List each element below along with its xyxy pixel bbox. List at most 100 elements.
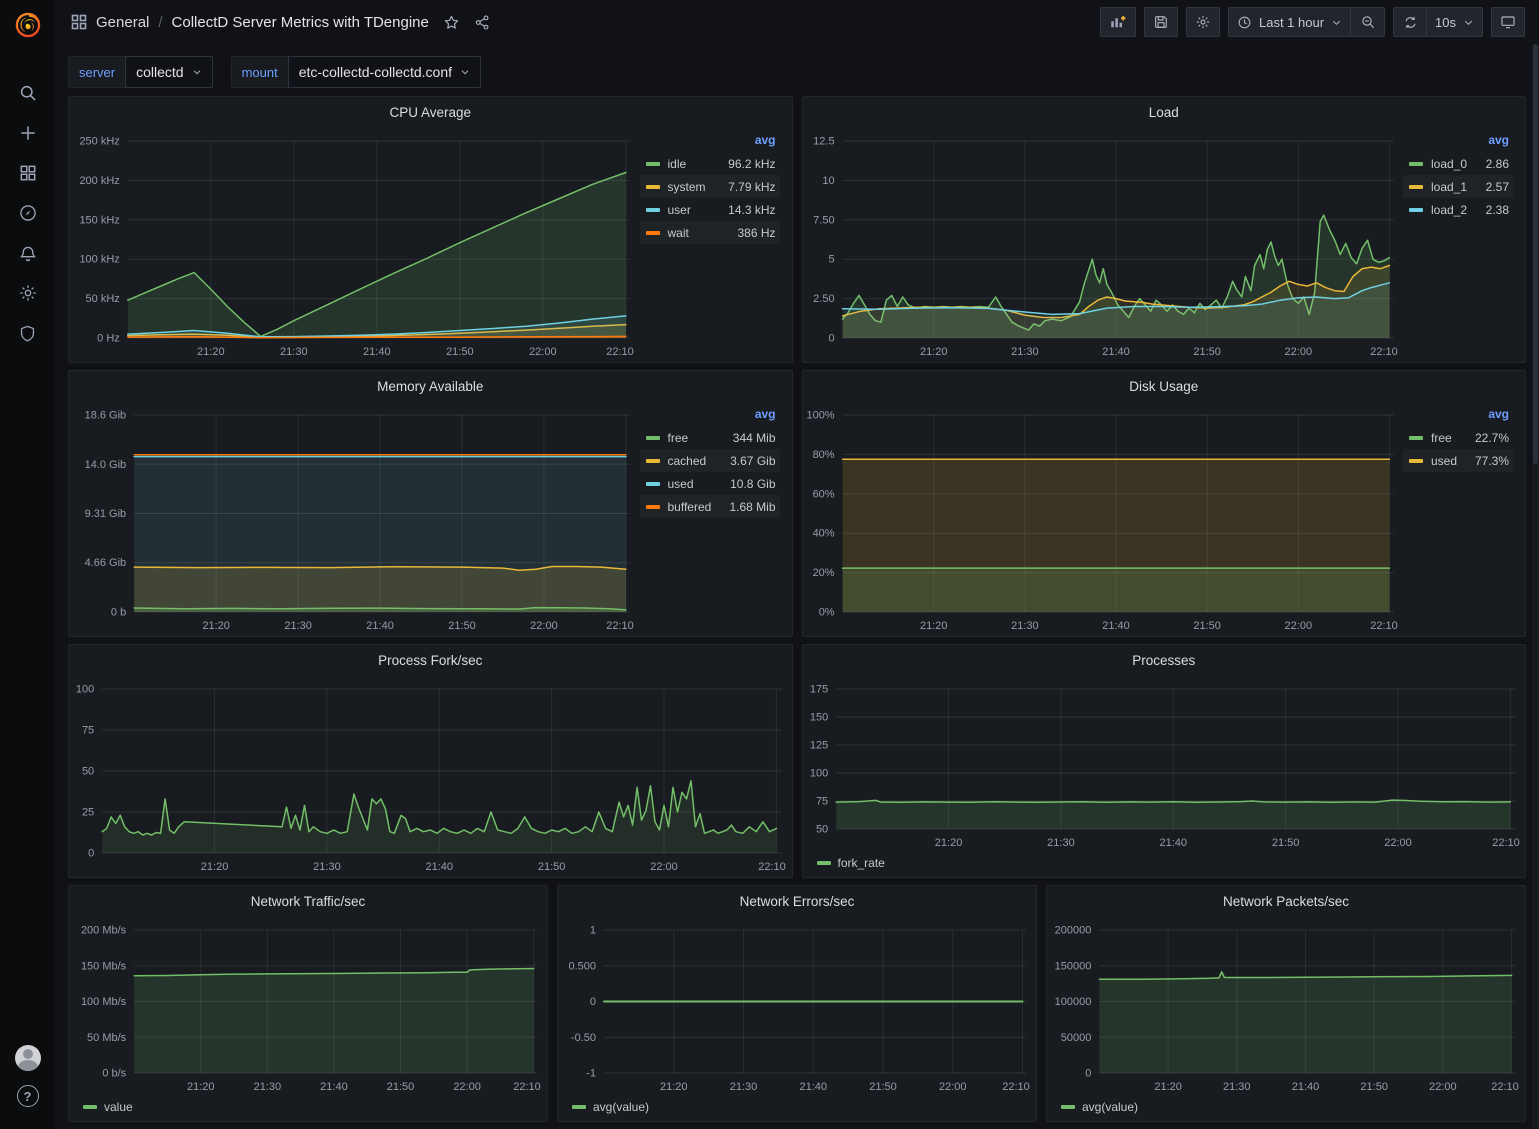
sidebar-item-search[interactable] [8, 80, 48, 106]
sidebar-item-server-admin[interactable] [8, 320, 48, 346]
star-icon[interactable] [443, 14, 460, 31]
refresh-interval-label: 10s [1435, 15, 1456, 30]
panel-title[interactable]: Disk Usage [803, 371, 1526, 401]
legend-item-value[interactable]: value [104, 1100, 133, 1114]
memory-available-chart[interactable]: 21:2021:3021:4021:5022:0022:100 b4.66 Gi… [69, 401, 640, 636]
processes-chart[interactable]: 21:2021:3021:4021:5022:0022:105075100125… [803, 675, 1526, 853]
panel-title[interactable]: Load [803, 97, 1526, 127]
svg-text:80%: 80% [812, 449, 834, 461]
legend-item-used[interactable]: used77.3% [1403, 449, 1513, 472]
time-range-picker[interactable]: Last 1 hour [1228, 7, 1351, 37]
svg-text:21:50: 21:50 [1360, 1081, 1388, 1093]
svg-text:20%: 20% [812, 567, 834, 579]
legend-item-buffered[interactable]: buffered1.68 Mib [640, 495, 780, 518]
network-packets-chart[interactable]: 21:2021:3021:4021:5022:0022:100500001000… [1047, 916, 1525, 1097]
network-errors-chart[interactable]: 21:2021:3021:4021:5022:0022:10-1-0.5000.… [558, 916, 1036, 1097]
series-name: cached [668, 454, 707, 468]
time-picker-group: Last 1 hour [1228, 7, 1385, 37]
svg-text:100: 100 [76, 684, 94, 696]
legend-item-fork_rate[interactable]: fork_rate [838, 856, 885, 870]
series-name: load_0 [1431, 157, 1467, 171]
breadcrumb-separator: / [158, 14, 162, 31]
user-avatar[interactable] [15, 1045, 41, 1071]
legend-item-cached[interactable]: cached3.67 Gib [640, 449, 780, 472]
sidebar-item-alerting[interactable] [8, 240, 48, 266]
panel-title[interactable]: Network Traffic/sec [69, 886, 547, 916]
toolbar: Last 1 hour 10s [1100, 7, 1525, 37]
svg-text:50: 50 [815, 824, 827, 836]
series-color-swatch [646, 185, 660, 189]
legend-item-load_1[interactable]: load_12.57 [1403, 175, 1513, 198]
variable-server: server collectd [68, 56, 213, 88]
svg-text:200000: 200000 [1055, 925, 1092, 937]
panel-title[interactable]: Processes [803, 645, 1526, 675]
legend-item-avg(value)[interactable]: avg(value) [593, 1100, 649, 1114]
load-chart[interactable]: 21:2021:3021:4021:5022:0022:1002.5057.50… [803, 127, 1404, 362]
series-name: load_2 [1431, 203, 1467, 217]
svg-text:22:00: 22:00 [1429, 1081, 1457, 1093]
save-dashboard-button[interactable] [1144, 7, 1178, 37]
svg-text:9.31 Gib: 9.31 Gib [85, 508, 127, 520]
zoom-out-time-button[interactable] [1351, 7, 1385, 37]
panel-disk-usage: Disk Usage 21:2021:3021:4021:5022:0022:1… [802, 370, 1527, 637]
refresh-button[interactable] [1393, 7, 1427, 37]
variable-mount-value[interactable]: etc-collectd-collectd.conf [288, 56, 481, 88]
process-fork-chart[interactable]: 21:2021:3021:4021:5022:0022:100255075100 [69, 675, 792, 877]
search-icon [18, 83, 38, 103]
legend-item-free[interactable]: free22.7% [1403, 426, 1513, 449]
svg-text:1: 1 [590, 925, 596, 937]
grafana-logo[interactable] [0, 0, 55, 50]
series-avg-value: 2.38 [1486, 203, 1509, 217]
svg-text:21:30: 21:30 [1047, 837, 1075, 849]
svg-text:18.6 Gib: 18.6 Gib [85, 410, 127, 422]
legend-item-avg(value)[interactable]: avg(value) [1082, 1100, 1138, 1114]
dashboard-title[interactable]: CollectD Server Metrics with TDengine [172, 14, 429, 31]
legend-item-system[interactable]: system7.79 kHz [640, 175, 780, 198]
panel-title[interactable]: Network Packets/sec [1047, 886, 1525, 916]
svg-text:-0.50: -0.50 [571, 1032, 596, 1044]
legend-item-free[interactable]: free344 Mib [640, 426, 780, 449]
disk-usage-chart[interactable]: 21:2021:3021:4021:5022:0022:100%20%40%60… [803, 401, 1404, 636]
svg-text:21:40: 21:40 [1292, 1081, 1320, 1093]
variable-server-value[interactable]: collectd [125, 56, 212, 88]
svg-text:21:30: 21:30 [730, 1081, 758, 1093]
legend-item-user[interactable]: user14.3 kHz [640, 198, 780, 221]
series-name: used [668, 477, 694, 491]
legend-item-load_0[interactable]: load_02.86 [1403, 152, 1513, 175]
panel-title[interactable]: CPU Average [69, 97, 792, 127]
panel-title[interactable]: Process Fork/sec [69, 645, 792, 675]
breadcrumb-folder[interactable]: General [96, 14, 149, 31]
series-avg-value: 96.2 kHz [728, 157, 775, 171]
dashboard-settings-button[interactable] [1186, 7, 1220, 37]
sidebar-item-configuration[interactable] [8, 280, 48, 306]
sidebar-item-create[interactable] [8, 120, 48, 146]
legend-item-wait[interactable]: wait386 Hz [640, 221, 780, 244]
svg-text:21:20: 21:20 [197, 346, 225, 358]
help-icon[interactable]: ? [17, 1085, 39, 1107]
legend-item-idle[interactable]: idle96.2 kHz [640, 152, 780, 175]
svg-text:21:40: 21:40 [1102, 346, 1130, 358]
refresh-interval-picker[interactable]: 10s [1427, 7, 1483, 37]
cycle-view-mode-button[interactable] [1491, 7, 1525, 37]
cpu-average-chart[interactable]: 21:2021:3021:4021:5022:0022:100 Hz50 kHz… [69, 127, 640, 362]
template-variables: server collectd mount etc-collectd-colle… [55, 44, 1539, 96]
svg-text:22:10: 22:10 [1002, 1081, 1030, 1093]
add-panel-button[interactable] [1100, 7, 1136, 37]
legend-item-load_2[interactable]: load_2 2.38 [1403, 198, 1513, 221]
legend-item-used[interactable]: used10.8 Gib [640, 472, 780, 495]
svg-text:0 b/s: 0 b/s [102, 1068, 126, 1080]
panel-title[interactable]: Memory Available [69, 371, 792, 401]
svg-text:0 Hz: 0 Hz [97, 333, 120, 345]
svg-text:0: 0 [88, 848, 94, 860]
svg-text:22:10: 22:10 [1492, 837, 1520, 849]
panel-title[interactable]: Network Errors/sec [558, 886, 1036, 916]
sidebar-bottom: ? [15, 1045, 41, 1129]
sidebar-item-dashboards[interactable] [8, 160, 48, 186]
series-avg-value: 22.7% [1475, 431, 1509, 445]
network-traffic-chart[interactable]: 21:2021:3021:4021:5022:0022:100 b/s50 Mb… [69, 916, 547, 1097]
sidebar-item-explore[interactable] [8, 200, 48, 226]
share-icon[interactable] [474, 14, 491, 31]
svg-text:21:40: 21:40 [363, 346, 391, 358]
gear-icon [18, 283, 38, 303]
scrollbar-thumb[interactable] [1533, 44, 1538, 464]
